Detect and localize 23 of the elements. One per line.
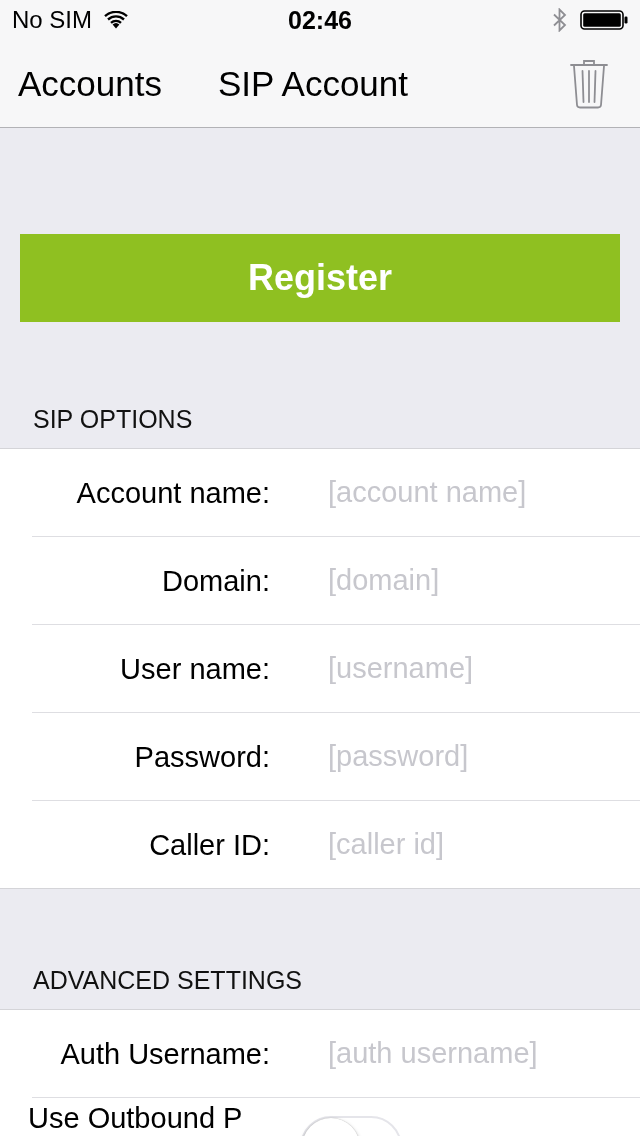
field-label: Password: <box>133 739 270 775</box>
screen-title: SIP Account <box>217 62 408 105</box>
bluetooth-icon <box>553 8 567 32</box>
back-button[interactable]: Accounts <box>18 62 162 105</box>
field-label: Caller ID: <box>148 827 270 863</box>
field-label: User name: <box>119 651 270 687</box>
status-time: 02:46 <box>288 6 352 34</box>
input-field[interactable]: [password] <box>326 736 624 777</box>
toggle-label: Use Outbound P <box>28 1102 244 1135</box>
input-field[interactable]: [caller id] <box>326 824 624 865</box>
input-field[interactable]: [auth username] <box>326 1033 624 1074</box>
input-field[interactable]: [account name] <box>326 472 624 513</box>
field-label: Auth Username: <box>59 1036 270 1072</box>
battery-icon <box>580 10 628 30</box>
carrier-label: No SIM <box>12 6 92 34</box>
field-label: Domain: <box>161 563 270 599</box>
input-field[interactable]: [domain] <box>326 560 624 601</box>
section-header: SIP OPTIONS <box>33 404 193 434</box>
field-label: Account name: <box>75 475 270 511</box>
wifi-icon <box>104 11 128 29</box>
input-field[interactable]: [username] <box>326 648 624 689</box>
section-header: ADVANCED SETTINGS <box>33 965 303 995</box>
trash-icon[interactable] <box>570 58 608 109</box>
